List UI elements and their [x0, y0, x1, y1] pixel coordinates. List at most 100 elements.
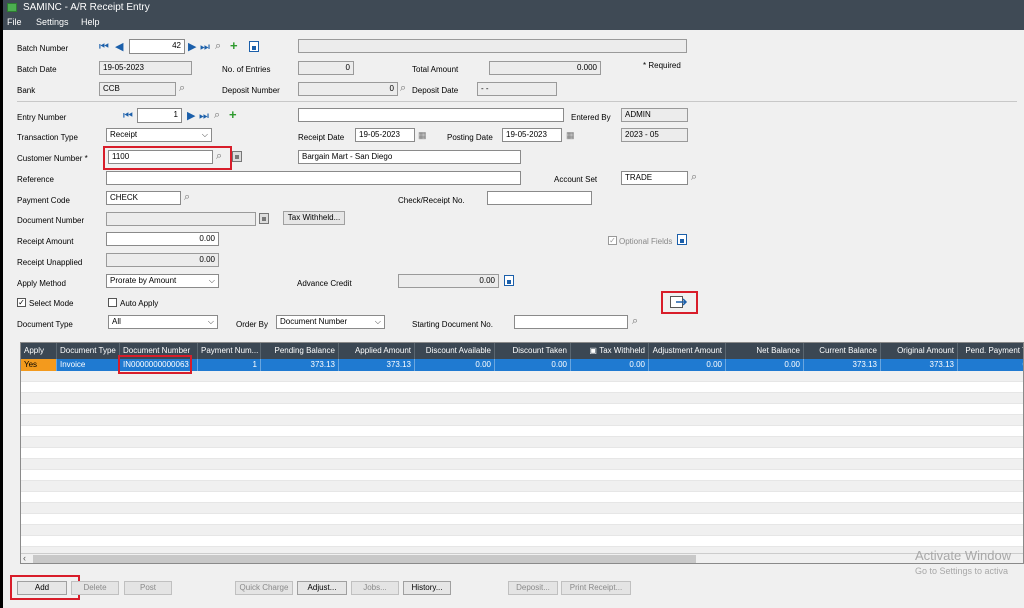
jobs-button[interactable]: Jobs...	[351, 581, 399, 595]
batch-description-field[interactable]	[298, 39, 687, 53]
order-by-select[interactable]: Document Number ⌵	[276, 315, 385, 329]
menu-settings[interactable]: Settings	[36, 17, 69, 27]
payment-code-field[interactable]: CHECK	[106, 191, 181, 205]
first-batch-icon[interactable]: ⏮	[99, 42, 109, 53]
new-batch-icon[interactable]: +	[230, 39, 238, 52]
entry-finder-icon[interactable]: ⌕	[214, 110, 220, 121]
batch-zoom-icon[interactable]	[249, 41, 259, 52]
account-set-field[interactable]: TRADE	[621, 171, 688, 185]
col-tax-withheld[interactable]: ▣ Tax Withheld	[571, 343, 649, 359]
col-document-type[interactable]: Document Type	[57, 343, 120, 359]
col-original-amount[interactable]: Original Amount	[881, 343, 958, 359]
document-type-select[interactable]: All ⌵	[108, 315, 218, 329]
deposit-finder-icon[interactable]: ⌕	[400, 83, 406, 94]
print-receipt-button[interactable]: Print Receipt...	[561, 581, 631, 595]
highlight-add-button	[10, 575, 80, 600]
menu-help[interactable]: Help	[81, 17, 100, 27]
post-button[interactable]: Post	[124, 581, 172, 595]
col-current-balance[interactable]: Current Balance	[804, 343, 881, 359]
next-entry-icon[interactable]: ▶	[187, 111, 195, 122]
adjust-button[interactable]: Adjust...	[297, 581, 347, 595]
bank-finder-icon[interactable]: ⌕	[179, 83, 185, 94]
new-entry-icon[interactable]: +	[229, 108, 237, 121]
account-set-finder-icon[interactable]: ⌕	[691, 172, 697, 183]
table-row[interactable]	[21, 514, 1023, 525]
table-row[interactable]	[21, 448, 1023, 459]
reference-field[interactable]	[106, 171, 521, 185]
table-row[interactable]	[21, 382, 1023, 393]
table-row[interactable]	[21, 437, 1023, 448]
order-by-label: Order By	[236, 320, 269, 329]
col-discount-available[interactable]: Discount Available	[415, 343, 495, 359]
history-button[interactable]: History...	[403, 581, 451, 595]
table-row[interactable]	[21, 481, 1023, 492]
receipt-unapplied-field: 0.00	[106, 253, 219, 267]
col-adjustment-amount[interactable]: Adjustment Amount	[649, 343, 726, 359]
scroll-thumb[interactable]	[33, 555, 696, 563]
batch-number-field[interactable]: 42	[129, 39, 185, 54]
table-row[interactable]	[21, 393, 1023, 404]
batch-finder-icon[interactable]: ⌕	[215, 41, 221, 52]
transaction-type-select[interactable]: Receipt ⌵	[106, 128, 212, 142]
scroll-left-icon[interactable]: ‹	[23, 553, 26, 563]
customer-zoom-icon[interactable]	[232, 151, 242, 162]
last-entry-icon[interactable]: ⏭	[199, 111, 209, 122]
reference-label: Reference	[17, 175, 54, 184]
receipt-unapplied-label: Receipt Unapplied	[17, 258, 83, 267]
calendar-icon[interactable]: ▦	[566, 130, 575, 141]
fiscal-period-field: 2023 - 05	[621, 128, 688, 142]
col-discount-taken[interactable]: Discount Taken	[495, 343, 571, 359]
entry-number-field[interactable]: 1	[137, 108, 182, 123]
entry-number-label: Entry Number	[17, 113, 67, 122]
quick-charge-button[interactable]: Quick Charge	[235, 581, 293, 595]
table-row[interactable]	[21, 404, 1023, 415]
entry-description-field[interactable]	[298, 108, 564, 122]
apply-method-select[interactable]: Prorate by Amount ⌵	[106, 274, 219, 288]
activate-watermark: Activate Window	[915, 548, 1012, 563]
payment-code-finder-icon[interactable]: ⌕	[184, 192, 190, 203]
table-row[interactable]	[21, 492, 1023, 503]
posting-date-field[interactable]: 19-05-2023	[502, 128, 562, 142]
col-pending-balance[interactable]: Pending Balance	[261, 343, 339, 359]
delete-button[interactable]: Delete	[71, 581, 119, 595]
last-batch-icon[interactable]: ⏭	[200, 42, 210, 53]
table-row[interactable]	[21, 426, 1023, 437]
starting-document-field[interactable]	[514, 315, 628, 329]
select-mode-checkbox[interactable]: ✓	[17, 298, 26, 307]
cell-discount-taken[interactable]: 0.00	[495, 359, 571, 371]
cell-applied-amount[interactable]: 373.13	[339, 359, 415, 371]
apply-method-label: Apply Method	[17, 279, 66, 288]
auto-apply-label: Auto Apply	[120, 299, 159, 308]
document-zoom-icon[interactable]	[259, 213, 269, 224]
advance-credit-zoom-icon[interactable]	[504, 275, 514, 286]
col-tax-withheld-label: Tax Withheld	[599, 346, 645, 355]
table-row[interactable]	[21, 503, 1023, 514]
table-row[interactable]	[21, 470, 1023, 481]
deposit-button[interactable]: Deposit...	[508, 581, 558, 595]
cell-apply[interactable]: Yes	[21, 359, 57, 371]
starting-document-finder-icon[interactable]: ⌕	[632, 316, 638, 327]
menu-file[interactable]: File	[7, 17, 22, 27]
table-row[interactable]	[21, 459, 1023, 470]
receipt-amount-field[interactable]: 0.00	[106, 232, 219, 246]
col-pend-payment[interactable]: Pend. Payment T	[958, 343, 1023, 359]
optional-fields-zoom-icon[interactable]	[677, 234, 687, 245]
table-row[interactable]	[21, 415, 1023, 426]
receipt-date-field[interactable]: 19-05-2023	[355, 128, 415, 142]
horizontal-scrollbar[interactable]: ‹	[21, 553, 1023, 563]
check-receipt-field[interactable]	[487, 191, 592, 205]
customer-name-field[interactable]: Bargain Mart - San Diego	[298, 150, 521, 164]
first-entry-icon[interactable]: ⏮	[123, 111, 133, 122]
auto-apply-checkbox[interactable]	[108, 298, 117, 307]
table-row[interactable]	[21, 525, 1023, 536]
col-payment-number[interactable]: Payment Num...	[198, 343, 261, 359]
col-net-balance[interactable]: Net Balance	[726, 343, 804, 359]
col-applied-amount[interactable]: Applied Amount	[339, 343, 415, 359]
table-row[interactable]	[21, 536, 1023, 547]
col-apply[interactable]: Apply	[21, 343, 57, 359]
document-grid[interactable]: Apply Document Type Document Number Paym…	[20, 342, 1024, 564]
prev-batch-icon[interactable]: ◀	[115, 42, 123, 53]
calendar-icon[interactable]: ▦	[418, 130, 427, 141]
next-batch-icon[interactable]: ▶	[188, 42, 196, 53]
tax-withheld-button[interactable]: Tax Withheld...	[283, 211, 345, 225]
